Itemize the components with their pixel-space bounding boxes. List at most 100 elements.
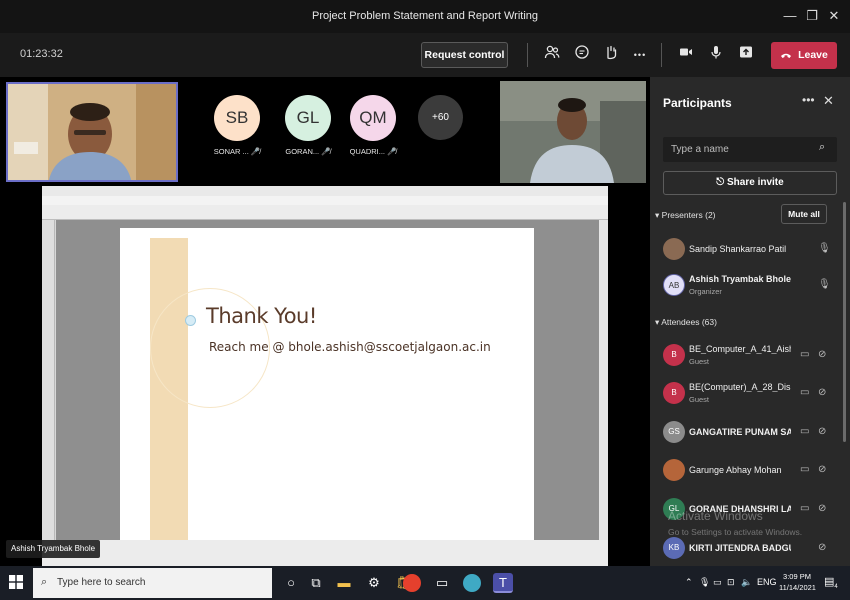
pdf-status-bar bbox=[42, 540, 608, 566]
avatar bbox=[663, 238, 685, 260]
attendees-header[interactable]: ▾ Attendees (63) bbox=[655, 317, 717, 328]
mic-off-icon: ⊘ bbox=[818, 464, 827, 475]
teams-window: Project Problem Statement and Report Wri… bbox=[0, 0, 850, 600]
share-invite-icon: ⎋ bbox=[716, 177, 725, 188]
mic-off-icon: ⊘ bbox=[818, 387, 827, 398]
muted-mic-icon: 🎤̸ bbox=[387, 147, 397, 156]
mute-all-button[interactable]: Mute all bbox=[781, 204, 827, 224]
tray-mic-icon[interactable]: 🎙 bbox=[699, 577, 710, 588]
screen-icon: ▭ bbox=[800, 426, 810, 437]
search-icon: ⌕ bbox=[41, 576, 48, 588]
clock-time: 3:09 PM bbox=[783, 572, 811, 581]
slide-heading: Thank You! bbox=[206, 304, 317, 328]
more-icon[interactable]: ••• bbox=[629, 44, 651, 66]
share-invite-button[interactable]: ⎋ Share invite bbox=[663, 171, 837, 195]
presenters-header[interactable]: ▾ Presenters (2) bbox=[655, 210, 716, 221]
activate-windows-title: Activate Windows bbox=[668, 509, 763, 523]
teams-icon[interactable]: T bbox=[493, 573, 513, 593]
search-icon[interactable]: ⌕ bbox=[819, 141, 825, 154]
participant-row[interactable]: Garunge Abhay Mohan ▭ ⊘ bbox=[650, 454, 838, 488]
separator bbox=[661, 43, 662, 67]
people-icon[interactable] bbox=[541, 44, 563, 66]
file-explorer-icon[interactable]: ▬ bbox=[334, 573, 354, 593]
chrome-icon[interactable] bbox=[403, 574, 421, 592]
phone-icon bbox=[780, 49, 798, 61]
mic-icon: 🎙 bbox=[818, 243, 831, 254]
avatar: AB bbox=[663, 274, 685, 296]
meeting-stage: SB SONAR ... 🎤̸ GL GORAN... 🎤̸ QM QUADRI… bbox=[0, 77, 650, 566]
muted-mic-icon: 🎤̸ bbox=[250, 147, 261, 156]
mic-off-icon: ⊘ bbox=[818, 542, 827, 553]
mic-off-icon: ⊘ bbox=[818, 349, 827, 360]
pdf-scrollbar bbox=[599, 220, 608, 540]
share-screen-icon[interactable] bbox=[735, 44, 757, 66]
media-icon[interactable]: ▭ bbox=[432, 573, 452, 593]
video-tile-participant[interactable] bbox=[500, 81, 646, 183]
tray-language[interactable]: ENG bbox=[757, 577, 777, 587]
panel-more-icon[interactable]: ••• bbox=[802, 93, 815, 107]
avatar: SB bbox=[214, 95, 260, 141]
close-button[interactable]: ✕ bbox=[823, 6, 845, 26]
raise-hand-icon[interactable] bbox=[600, 44, 622, 66]
tray-volume-icon[interactable]: 🔈 bbox=[741, 577, 752, 588]
participant-row[interactable]: KB KIRTI JITENDRA BADGUJAR ⊘ bbox=[650, 532, 838, 566]
start-button[interactable] bbox=[8, 575, 24, 591]
more-participants-button[interactable]: +60 bbox=[418, 95, 463, 140]
screen-icon: ▭ bbox=[800, 503, 810, 514]
participant-tile-qm[interactable]: QM QUADRI... 🎤̸ bbox=[340, 95, 406, 156]
avatar: QM bbox=[350, 95, 396, 141]
task-view-icon[interactable]: ⧉ bbox=[306, 573, 326, 593]
settings-icon[interactable]: ⚙ bbox=[364, 573, 384, 593]
chat-icon[interactable] bbox=[571, 44, 593, 66]
taskbar-search[interactable]: ⌕ Type here to search bbox=[33, 568, 272, 598]
participant-row[interactable]: Sandip Shankarrao Patil 🎙 bbox=[650, 233, 838, 267]
mic-off-icon: ⊘ bbox=[818, 426, 827, 437]
pdf-navigation-pane bbox=[42, 220, 55, 540]
participant-name: BE(Computer)_A_28_Dish... bbox=[689, 382, 791, 392]
tray-chevron-icon[interactable]: ⌃ bbox=[685, 577, 693, 588]
tray-battery-icon[interactable]: ▭ bbox=[713, 577, 722, 588]
participant-search: ⌕ bbox=[663, 137, 837, 162]
panel-scrollbar[interactable] bbox=[843, 202, 846, 442]
participant-tile-gl[interactable]: GL GORAN... 🎤̸ bbox=[275, 95, 341, 156]
tray-network-icon[interactable]: ⊡ bbox=[727, 577, 735, 588]
participant-name: Sandip Shankarrao Patil bbox=[689, 244, 787, 254]
avatar: B bbox=[663, 344, 685, 366]
activate-windows-text: Go to Settings to activate Windows. bbox=[668, 527, 803, 537]
request-control-button[interactable]: Request control bbox=[421, 42, 508, 68]
mic-icon[interactable] bbox=[705, 44, 727, 66]
edge-icon[interactable] bbox=[463, 574, 481, 592]
participant-row[interactable]: B BE(Computer)_A_28_Dish... Guest ▭ ⊘ bbox=[650, 377, 838, 411]
cortana-icon[interactable]: ○ bbox=[281, 573, 301, 593]
participant-name: BE_Computer_A_41_Aish... bbox=[689, 344, 791, 354]
participant-role: Guest bbox=[689, 357, 710, 366]
participant-search-input[interactable] bbox=[671, 142, 811, 157]
participant-tile-sb[interactable]: SB SONAR ... 🎤̸ bbox=[204, 95, 270, 156]
presenter-name-tag: Ashish Tryambak Bhole bbox=[6, 540, 101, 558]
panel-close-icon[interactable]: ✕ bbox=[823, 93, 834, 109]
taskbar-clock[interactable]: 3:09 PM 11/14/2021 bbox=[779, 571, 816, 593]
avatar: B bbox=[663, 382, 685, 404]
participant-row[interactable]: GS GANGATIRE PUNAM SAN... ▭ ⊘ bbox=[650, 416, 838, 450]
minimize-button[interactable]: — bbox=[779, 6, 801, 26]
taskbar-search-placeholder: Type here to search bbox=[57, 577, 146, 588]
participant-name: KIRTI JITENDRA BADGUJAR bbox=[689, 543, 791, 553]
avatar: GL bbox=[285, 95, 331, 141]
pdf-title-bar bbox=[42, 186, 608, 196]
maximize-button[interactable]: ❐ bbox=[801, 6, 823, 26]
leave-label: Leave bbox=[798, 49, 828, 61]
notifications-icon[interactable]: ▤4 bbox=[824, 575, 838, 590]
attendees-header-label: Attendees (63) bbox=[661, 317, 717, 327]
participant-row[interactable]: AB Ashish Tryambak Bhole Organizer 🎙 bbox=[650, 269, 838, 303]
camera-icon[interactable] bbox=[675, 44, 697, 66]
leave-button[interactable]: Leave bbox=[771, 42, 837, 69]
meeting-controls: 01:23:32 Request control ••• Leave bbox=[0, 33, 850, 77]
windows-taskbar: ⌕ Type here to search ○ ⧉ ▬ ⚙ 🛍 ▭ T ⌃ 🎙 … bbox=[0, 566, 850, 600]
shared-screen-pdf: Thank You! Reach me @ bhole.ashish@sscoe… bbox=[42, 186, 608, 566]
screen-icon: ▭ bbox=[800, 464, 810, 475]
participant-row[interactable]: B BE_Computer_A_41_Aish... Guest ▭ ⊘ bbox=[650, 339, 838, 373]
meeting-timer: 01:23:32 bbox=[20, 48, 63, 60]
video-tile-presenter[interactable] bbox=[6, 82, 178, 182]
participant-video bbox=[500, 81, 646, 183]
window-title: Project Problem Statement and Report Wri… bbox=[311, 10, 538, 22]
